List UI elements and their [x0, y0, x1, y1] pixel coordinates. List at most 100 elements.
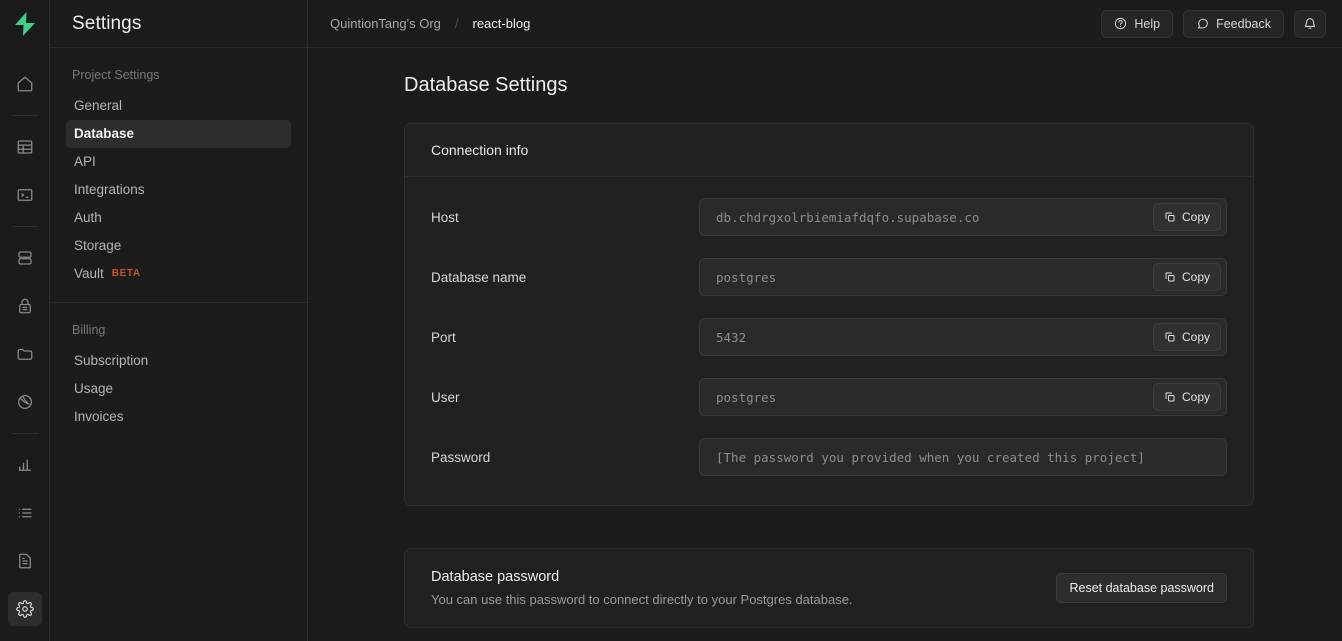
- database-icon[interactable]: [8, 241, 42, 275]
- copy-label: Copy: [1181, 330, 1210, 344]
- copy-icon: [1164, 331, 1176, 343]
- sidebar-item-label: Usage: [74, 381, 114, 396]
- field-label: User: [431, 389, 460, 405]
- lock-icon[interactable]: [8, 289, 42, 323]
- message-icon: [1196, 17, 1209, 30]
- field-label: Database name: [431, 269, 527, 285]
- sidebar-item-auth[interactable]: Auth: [66, 204, 291, 232]
- document-icon[interactable]: [8, 544, 42, 578]
- field-value: postgres: [716, 389, 777, 405]
- sidebar-header: Settings: [50, 0, 307, 48]
- bell-icon: [1303, 17, 1317, 31]
- home-icon[interactable]: [8, 67, 42, 101]
- port-input[interactable]: 5432 Copy: [699, 318, 1227, 356]
- gear-icon[interactable]: [7, 592, 42, 626]
- rail-divider: [11, 226, 38, 227]
- folder-icon[interactable]: [8, 337, 42, 371]
- sidebar-item-label: Storage: [74, 238, 122, 253]
- host-input[interactable]: db.chdrgxolrbiemiafdqfo.supabase.co Copy: [699, 198, 1227, 236]
- database-settings-title: Database Settings: [404, 74, 568, 96]
- copy-label: Copy: [1181, 270, 1210, 284]
- sidebar-item-label: Invoices: [74, 409, 124, 424]
- field-row-host: Host db.chdrgxolrbiemiafdqfo.supabase.co…: [431, 187, 1227, 247]
- database-password-card: Database password You can use this passw…: [404, 548, 1254, 628]
- content-scroll: Database Settings Connection info Host d…: [308, 48, 1342, 641]
- database-password-description: You can use this password to connect dir…: [431, 592, 853, 607]
- field-label: Host: [431, 209, 459, 225]
- sidebar-item-label: Vault: [74, 266, 104, 281]
- field-label: Port: [431, 329, 456, 345]
- page-title: Settings: [72, 12, 142, 34]
- sidebar-item-general[interactable]: General: [66, 92, 291, 120]
- nav-group-billing: Billing Subscription Usage Invoices: [50, 302, 307, 445]
- sidebar-item-subscription[interactable]: Subscription: [66, 347, 291, 375]
- nav-group-heading: Project Settings: [72, 68, 160, 82]
- nav-group-project-settings: Project Settings General Database API In…: [50, 48, 307, 302]
- content-inner: Database Settings Connection info Host d…: [308, 48, 1342, 628]
- connection-info-title: Connection info: [405, 124, 1253, 177]
- edge-functions-icon[interactable]: [8, 385, 42, 419]
- copy-port-button[interactable]: Copy: [1152, 323, 1221, 351]
- topbar-actions: Help Feedback: [1101, 9, 1326, 38]
- sidebar-item-label: Subscription: [74, 353, 149, 368]
- sidebar-item-invoices[interactable]: Invoices: [66, 403, 291, 431]
- feedback-button[interactable]: Feedback: [1183, 9, 1284, 38]
- sidebar-item-label: API: [74, 154, 96, 169]
- top-bar: QuintionTang's Org / react-blog Help Fee…: [308, 0, 1342, 48]
- breadcrumb-project[interactable]: react-blog: [473, 16, 531, 31]
- supabase-bolt-logo[interactable]: [0, 0, 50, 48]
- copy-database-name-button[interactable]: Copy: [1152, 263, 1221, 291]
- settings-sidebar: Settings Project Settings General Databa…: [50, 0, 308, 641]
- bar-chart-icon[interactable]: [8, 448, 42, 482]
- sql-terminal-icon[interactable]: [8, 178, 42, 212]
- question-circle-icon: [1114, 17, 1127, 30]
- field-row-port: Port 5432 Copy: [431, 307, 1227, 367]
- connection-info-body: Host db.chdrgxolrbiemiafdqfo.supabase.co…: [405, 177, 1253, 505]
- sidebar-item-usage[interactable]: Usage: [66, 375, 291, 403]
- user-input[interactable]: postgres Copy: [699, 378, 1227, 416]
- database-password-title: Database password: [431, 569, 560, 585]
- breadcrumb-org[interactable]: QuintionTang's Org: [330, 16, 441, 31]
- help-button[interactable]: Help: [1101, 9, 1174, 38]
- sidebar-item-database[interactable]: Database: [66, 120, 291, 148]
- rail-divider: [11, 115, 38, 116]
- field-value: db.chdrgxolrbiemiafdqfo.supabase.co: [716, 209, 980, 225]
- connection-info-card: Connection info Host db.chdrgxolrbiemiaf…: [404, 123, 1254, 506]
- rail-icon-list: [0, 48, 49, 633]
- notifications-button[interactable]: [1294, 9, 1326, 38]
- breadcrumb: QuintionTang's Org / react-blog: [330, 16, 530, 31]
- copy-host-button[interactable]: Copy: [1152, 203, 1221, 231]
- copy-icon: [1164, 271, 1176, 283]
- table-icon[interactable]: [8, 130, 42, 164]
- copy-user-button[interactable]: Copy: [1152, 383, 1221, 411]
- sidebar-item-label: Integrations: [74, 182, 145, 197]
- beta-badge: BETA: [111, 268, 141, 279]
- sidebar-item-integrations[interactable]: Integrations: [66, 176, 291, 204]
- field-label: Password: [431, 449, 491, 465]
- reset-database-password-button[interactable]: Reset database password: [1056, 573, 1227, 603]
- field-value: postgres: [716, 269, 777, 285]
- copy-icon: [1164, 391, 1176, 403]
- breadcrumb-separator: /: [454, 16, 459, 31]
- copy-label: Copy: [1181, 390, 1210, 404]
- field-value: [The password you provided when you crea…: [716, 449, 1145, 465]
- copy-icon: [1164, 211, 1176, 223]
- sidebar-item-label: Database: [74, 126, 135, 141]
- sidebar-item-storage[interactable]: Storage: [66, 232, 291, 260]
- field-row-database-name: Database name postgres Copy: [431, 247, 1227, 307]
- field-value: 5432: [716, 329, 747, 345]
- sidebar-item-label: Auth: [74, 210, 102, 225]
- help-label: Help: [1134, 16, 1161, 31]
- feedback-label: Feedback: [1216, 16, 1271, 31]
- password-input[interactable]: [The password you provided when you crea…: [699, 438, 1227, 476]
- icon-rail: [0, 0, 50, 641]
- database-password-body: Database password You can use this passw…: [405, 549, 1253, 627]
- database-name-input[interactable]: postgres Copy: [699, 258, 1227, 296]
- field-row-user: User postgres Copy: [431, 367, 1227, 427]
- sidebar-item-api[interactable]: API: [66, 148, 291, 176]
- field-row-password: Password [The password you provided when…: [431, 427, 1227, 487]
- copy-label: Copy: [1181, 210, 1210, 224]
- sidebar-item-vault[interactable]: Vault BETA: [66, 260, 291, 288]
- main-area: QuintionTang's Org / react-blog Help Fee…: [308, 0, 1342, 641]
- list-icon[interactable]: [8, 496, 42, 530]
